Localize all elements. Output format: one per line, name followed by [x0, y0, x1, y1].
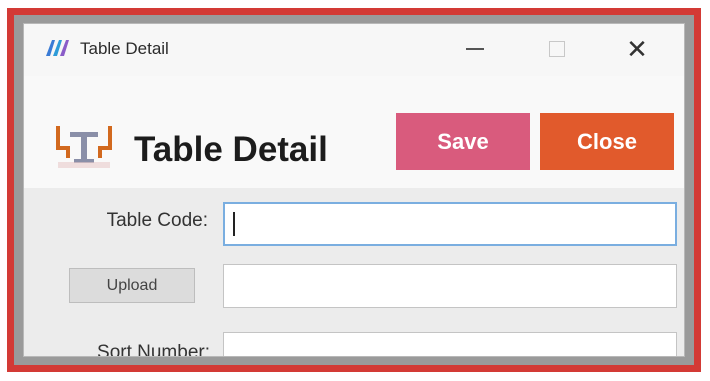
save-button[interactable]: Save: [396, 113, 530, 170]
table-detail-window: Table Detail ✕ Table Detail Save Close T…: [23, 23, 685, 357]
sort-number-label: Sort Number:: [97, 342, 210, 357]
table-code-label: Table Code:: [106, 210, 208, 231]
minimize-button[interactable]: [452, 33, 498, 65]
app-logo-icon: [46, 40, 69, 56]
highlight-frame: Table Detail ✕ Table Detail Save Close T…: [7, 8, 701, 372]
maximize-icon: [549, 41, 565, 57]
close-icon: ✕: [626, 34, 648, 64]
text-caret: [233, 212, 235, 236]
page-title: Table Detail: [134, 130, 328, 169]
upload-button[interactable]: Upload: [69, 268, 195, 303]
close-button[interactable]: Close: [540, 113, 674, 170]
window-title: Table Detail: [80, 39, 169, 58]
window-close-button[interactable]: ✕: [614, 33, 660, 65]
header-panel: Table Detail Save Close: [24, 76, 684, 188]
dining-table-icon: [56, 126, 112, 168]
title-bar: Table Detail ✕: [24, 24, 684, 76]
minimize-icon: [466, 48, 484, 50]
table-code-input[interactable]: [223, 202, 677, 246]
sort-number-input[interactable]: [223, 332, 677, 356]
table-detail-form: Table Code: Upload Sort Number:: [24, 188, 684, 356]
maximize-button[interactable]: [534, 33, 580, 65]
upload-path-field[interactable]: [223, 264, 677, 308]
